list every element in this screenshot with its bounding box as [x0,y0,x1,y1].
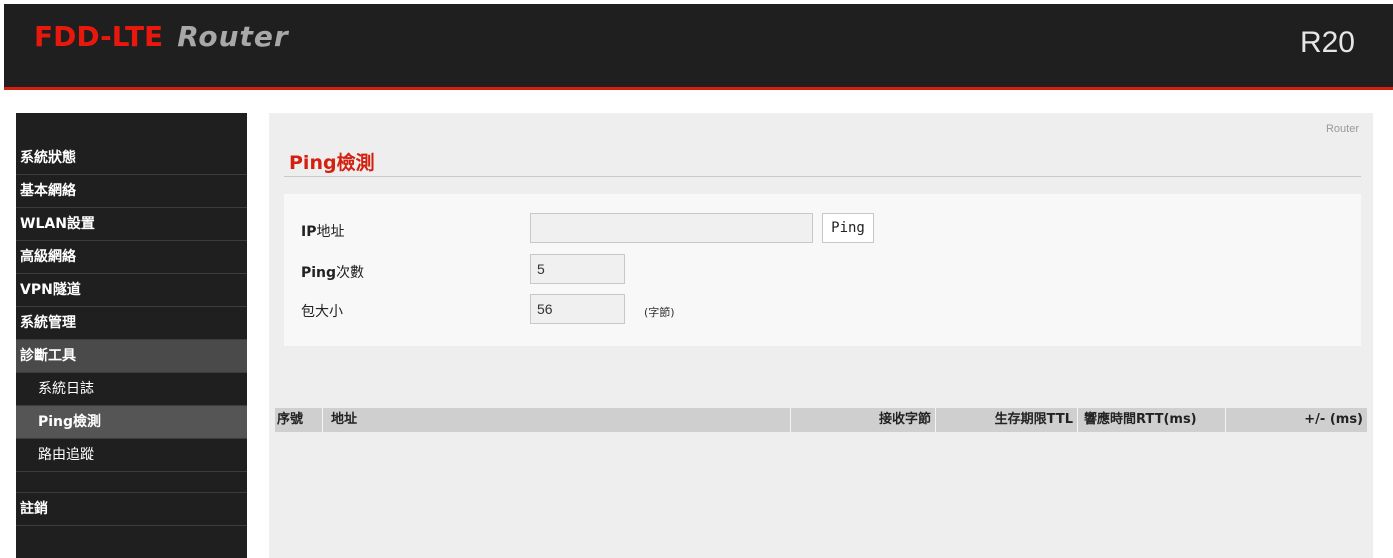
top-header: FDD-LTE Router R20 [4,4,1393,90]
packet-size-input[interactable] [530,294,625,324]
model-name: R20 [1299,26,1355,59]
sidebar-item-basic-network[interactable]: 基本網絡 [16,175,247,208]
brand-logo: FDD-LTE Router [34,20,289,53]
sidebar-item-system-status[interactable]: 系統狀態 [16,142,247,175]
sidebar-item-wlan-settings[interactable]: WLAN設置 [16,208,247,241]
sidebar-subitem-traceroute[interactable]: 路由追蹤 [16,439,247,472]
main-content: Router Ping檢測 IP地址 Ping Ping次數 包大小 (字節) … [269,113,1373,558]
sidebar-item-diagnostic-tools[interactable]: 診斷工具 [16,340,247,373]
ip-address-label: IP地址 [301,224,345,240]
ping-button[interactable]: Ping [822,213,874,243]
ping-count-label: Ping次數 [301,265,365,281]
sidebar-subitem-system-log[interactable]: 系統日誌 [16,373,247,406]
title-divider [284,176,1361,177]
column-ttl: 生存期限TTL [936,408,1078,432]
packet-size-label: 包大小 [301,304,343,320]
sidebar-item-logout[interactable]: 註銷 [16,493,247,526]
column-rtt: 響應時間RTT(ms) [1078,408,1226,432]
column-sequence: 序號 [275,408,323,432]
brand-sub: Router [177,20,289,53]
sidebar-item-advanced-network[interactable]: 高級網絡 [16,241,247,274]
ping-form: IP地址 Ping Ping次數 包大小 (字節) [284,194,1361,346]
ping-count-input[interactable] [530,254,625,284]
sidebar-divider [16,471,247,493]
column-deviation: +/- (ms) [1304,412,1363,427]
packet-size-unit: (字節) [644,306,675,319]
breadcrumb: Router [1325,123,1359,135]
page-title: Ping檢測 [289,152,375,174]
ip-address-input[interactable] [530,213,813,243]
sidebar-item-system-management[interactable]: 系統管理 [16,307,247,340]
results-table-header: 序號 地址 接收字節 生存期限TTL 響應時間RTT(ms) +/- (ms) [275,408,1367,432]
column-bytes-received: 接收字節 [791,408,936,432]
sidebar-nav: 系統狀態 基本網絡 WLAN設置 高級網絡 VPN隧道 系統管理 診斷工具 系統… [16,113,247,558]
sidebar-item-vpn-tunnel[interactable]: VPN隧道 [16,274,247,307]
column-address: 地址 [323,408,791,432]
brand-main: FDD-LTE [34,20,164,53]
sidebar-subitem-ping-test[interactable]: Ping檢測 [16,406,247,439]
